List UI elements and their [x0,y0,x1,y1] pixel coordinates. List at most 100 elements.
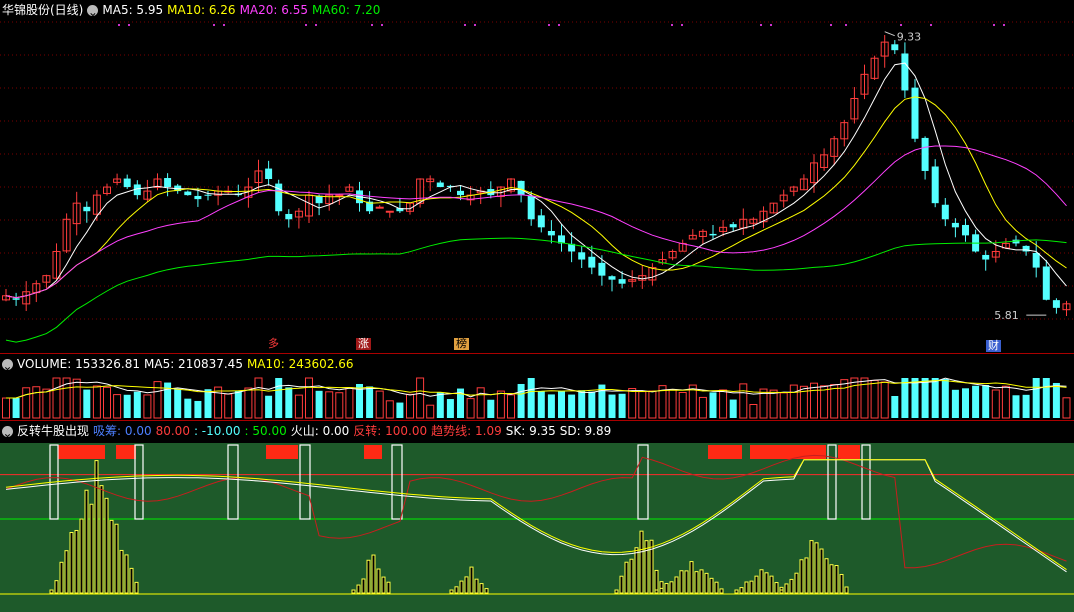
candle-body [1052,300,1060,308]
histogram-bar [484,588,489,594]
signal-dot [760,24,762,26]
histogram-bar [614,589,619,594]
volume-bar [982,384,990,418]
volume-panel[interactable]: ⌄ VOLUME: 153326.81 MA5: 210837.45 MA10:… [0,354,1074,420]
candle-body [457,190,464,196]
volume-bar [153,381,162,419]
collapse-icon[interactable]: ⌄ [2,358,13,373]
volume-bar [22,387,31,419]
volume-bar [648,390,657,419]
signal-dot [900,24,902,26]
histogram-bar [814,542,819,594]
histogram-bar [464,576,469,594]
volume-bar [446,399,454,418]
histogram-bar [104,497,109,594]
candle-body [204,194,212,196]
candlestick-chart[interactable]: 9.33 5.81 [0,0,1074,353]
histogram-bar [834,565,839,594]
volume-bar [840,379,849,419]
signal-dot [930,24,932,26]
signal-block [116,445,136,459]
main-price-panel[interactable]: 华锦股份(日线) ⌄ MA5: 5.95 MA10: 6.26 MA20: 6.… [0,0,1074,353]
volume-bar [385,400,394,419]
tag-cai[interactable]: 财 [986,340,1001,352]
histogram-bar [809,540,814,594]
volume-bar [133,391,141,418]
histogram-bar [689,561,694,594]
histogram-bar [749,580,754,594]
volume-bar [325,391,334,419]
histogram-bar [449,589,454,594]
candle-body [982,254,990,260]
tag-bang[interactable]: 榜 [454,338,469,350]
volume-bar [921,378,929,418]
candle-body [598,262,606,276]
candle-body [709,233,717,236]
collapse-icon[interactable]: ⌄ [2,425,13,440]
volume-bar [578,390,586,418]
histogram-bar [634,547,639,594]
ma10-line [5,96,1067,299]
vneg10-value: : -10.00 [193,424,241,438]
histogram-bar [694,571,699,594]
volume-bar [779,392,788,419]
signal-block [750,445,826,459]
signal-dot [464,24,466,26]
volume-bar [174,388,182,418]
volume-bar [709,392,717,418]
huoshan-value: 火山: 0.00 [290,424,350,438]
indicator-panel[interactable]: ⌄ 反转牛股出现 吸筹: 0.00 80.00 : -10.00 : 50.00… [0,421,1074,612]
histogram-bar [804,557,809,594]
histogram-bar [659,587,664,594]
volume-bar [668,388,677,419]
volume-bar [244,387,253,419]
signal-dot [223,24,225,26]
volume-bar [123,394,131,418]
signal-dot [371,24,373,26]
volume-bar [588,391,596,418]
histogram-bar [819,548,824,594]
histogram-bar [799,559,804,594]
tag-duo[interactable]: 多 [266,338,281,350]
signal-dot [770,24,772,26]
candle-body [1032,252,1040,268]
candle-body [12,298,20,300]
volume-title: VOLUME: 153326.81 [17,357,140,371]
signal-block [266,445,298,459]
ma10-value: MA10: 6.26 [167,3,236,17]
signal-dot [315,24,317,26]
histogram-bar [789,578,794,594]
signal-dot [474,24,476,26]
sk-value: SK: 9.35 [505,424,556,438]
main-header: 华锦股份(日线) ⌄ MA5: 5.95 MA10: 6.26 MA20: 6.… [2,2,384,19]
histogram-bar [699,569,704,594]
candle-body [911,87,919,139]
volume-bar [315,390,323,418]
signal-dot [681,24,683,26]
indicator-chart[interactable] [0,421,1074,612]
collapse-icon[interactable]: ⌄ [87,4,99,19]
histogram-bar [744,581,749,594]
histogram-bar [629,558,634,594]
high-pointer [884,31,895,37]
histogram-bar [361,578,366,594]
histogram-bar [784,583,789,594]
v50-value: : 50.00 [244,424,287,438]
histogram-bar [719,588,724,594]
tag-zhang[interactable]: 涨 [356,338,371,350]
signal-dot [830,24,832,26]
volume-bar [678,391,687,419]
signal-dot [558,24,560,26]
candle-body [941,204,949,220]
volume-bar [911,378,919,418]
volume-bar [83,389,91,418]
candle-body [951,222,959,228]
candle-body [962,224,969,236]
volume-bar [2,397,10,419]
volume-bar [214,386,223,419]
volume-bar [184,398,192,418]
volume-bar [254,377,263,419]
volume-ma5: MA5: 210837.45 [144,357,243,371]
histogram-bar [371,554,376,594]
volume-bar [103,386,111,419]
